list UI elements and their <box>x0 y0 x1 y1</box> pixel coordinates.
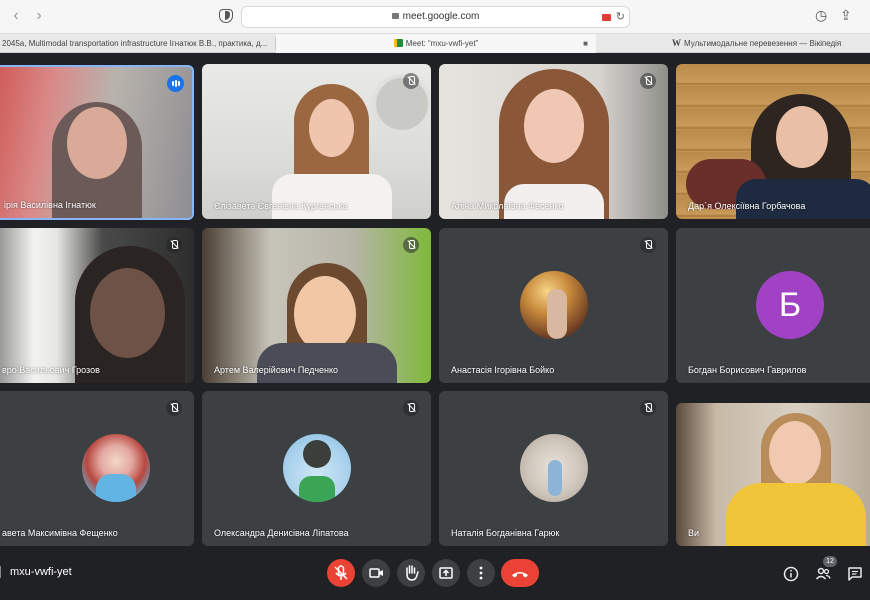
participant-name: Ви <box>688 528 700 538</box>
participant-name: авета Максимівна Фещенко <box>2 528 118 538</box>
participant-video <box>372 74 431 134</box>
participant-name: Анастасія Ігорівна Бойко <box>451 365 555 375</box>
raise-hand-icon <box>406 565 419 581</box>
divider <box>0 566 1 579</box>
avatar <box>519 434 588 502</box>
hang-up-icon <box>512 572 528 578</box>
participant-name: Аліна Миколаївна Фесенко <box>451 201 564 211</box>
reload-icon[interactable]: ↻ <box>616 10 625 23</box>
participant-tile[interactable]: Єлізавета Євгенівна Курганська <box>202 64 431 219</box>
more-options-icon <box>479 566 483 580</box>
participant-tile[interactable]: ірія Василівна Ігнатюк <box>0 65 194 220</box>
forward-icon[interactable]: › <box>31 8 47 24</box>
avatar: Б <box>756 271 824 339</box>
participant-video <box>272 174 392 219</box>
participant-name: вро Васильович Грозов <box>2 365 100 375</box>
participant-video <box>67 107 127 179</box>
mic-off-icon <box>640 400 656 416</box>
participant-video <box>524 89 584 163</box>
chat-icon <box>848 567 862 581</box>
participant-name: ірія Василівна Ігнатюк <box>4 200 96 210</box>
participant-tile[interactable]: Б Богдан Борисович Гаврилов <box>676 228 870 383</box>
tab-camera-icon: ■ <box>583 39 588 48</box>
meet-logo-icon <box>393 39 403 47</box>
participant-video <box>736 179 870 219</box>
mic-off-icon <box>166 400 182 416</box>
wikipedia-logo-icon: W <box>672 38 681 48</box>
avatar <box>282 434 351 502</box>
participant-tile[interactable]: Аліна Миколаївна Фесенко <box>439 64 668 219</box>
avatar-figure <box>302 440 331 468</box>
address-bar[interactable]: meet.google.com ↻ <box>241 6 630 28</box>
mic-off-icon <box>640 73 656 89</box>
microphone-toggle-button[interactable] <box>327 559 355 587</box>
participant-tile[interactable]: вро Васильович Грозов <box>0 228 194 383</box>
tab-meet[interactable]: Meet: “mxu-vwfi-yet” ■ <box>276 34 596 53</box>
privacy-shield-icon[interactable] <box>219 9 233 23</box>
history-icon[interactable]: ◷ <box>815 7 827 24</box>
tab-strip: 2045a, Multimodal transportation infrast… <box>0 34 870 53</box>
share-icon[interactable]: ⇪ <box>840 7 852 24</box>
participant-name: Богдан Борисович Гаврилов <box>688 365 807 375</box>
participant-tile[interactable]: авета Максимівна Фещенко <box>0 391 194 546</box>
lock-icon <box>391 13 399 19</box>
avatar-figure <box>96 474 136 502</box>
leave-call-button[interactable] <box>501 559 539 587</box>
mic-off-icon <box>640 237 656 253</box>
url-text: meet.google.com <box>242 11 629 22</box>
participant-tile[interactable]: Артем Валерійович Педченко <box>202 228 431 383</box>
avatar <box>519 271 588 339</box>
camera-toggle-button[interactable] <box>362 559 390 587</box>
back-icon[interactable]: ‹ <box>8 8 24 24</box>
participant-name: Дар`я Олексіївна Горбачова <box>688 201 806 211</box>
participant-tile[interactable]: Дар`я Олексіївна Горбачова <box>676 64 870 219</box>
more-options-button[interactable] <box>467 559 495 587</box>
raise-hand-button[interactable] <box>397 559 425 587</box>
mic-off-icon <box>334 565 348 580</box>
speaking-indicator-icon <box>167 75 184 92</box>
meeting-details-button[interactable] <box>782 565 800 583</box>
participant-count-badge: 12 <box>823 556 837 567</box>
present-icon <box>439 567 453 579</box>
tab-practice[interactable]: 2045a, Multimodal transportation infrast… <box>0 34 276 53</box>
avatar <box>82 434 150 502</box>
info-icon <box>783 566 799 582</box>
camera-icon <box>369 568 383 578</box>
participant-tile[interactable]: Наталія Богданівна Гарюк <box>439 391 668 546</box>
participant-tile[interactable]: Ви <box>676 403 870 546</box>
participant-name: Єлізавета Євгенівна Курганська <box>214 201 348 211</box>
participant-video <box>726 483 866 546</box>
people-button[interactable] <box>814 565 832 583</box>
participant-video <box>769 421 821 485</box>
participant-name: Олександра Денисівна Ліпатова <box>214 528 349 538</box>
people-icon <box>815 567 831 580</box>
avatar-figure <box>298 476 335 502</box>
participant-video <box>257 343 397 383</box>
chat-button[interactable] <box>846 565 864 583</box>
mic-off-icon <box>166 237 182 253</box>
meeting-code: mxu-vwfi-yet <box>0 566 72 579</box>
browser-toolbar: ‹ › meet.google.com ↻ ◷ ⇪ <box>0 0 870 34</box>
participant-tile[interactable]: Анастасія Ігорівна Бойко <box>439 228 668 383</box>
participant-video <box>776 106 828 168</box>
participant-video <box>309 99 354 157</box>
participant-tile[interactable]: Олександра Денисівна Ліпатова <box>202 391 431 546</box>
mic-off-icon <box>403 73 419 89</box>
avatar-figure <box>547 460 562 496</box>
present-screen-button[interactable] <box>432 559 460 587</box>
camera-in-use-icon[interactable] <box>602 14 611 21</box>
tab-wikipedia[interactable]: W Мультимодальне перевезення — Вікіпедія <box>596 34 870 53</box>
mic-off-icon <box>403 400 419 416</box>
participant-video <box>294 276 356 352</box>
participant-name: Артем Валерійович Педченко <box>214 365 339 375</box>
participant-video <box>90 268 165 358</box>
avatar-figure <box>546 289 567 339</box>
participant-name: Наталія Богданівна Гарюк <box>451 528 560 538</box>
mic-off-icon <box>403 237 419 253</box>
